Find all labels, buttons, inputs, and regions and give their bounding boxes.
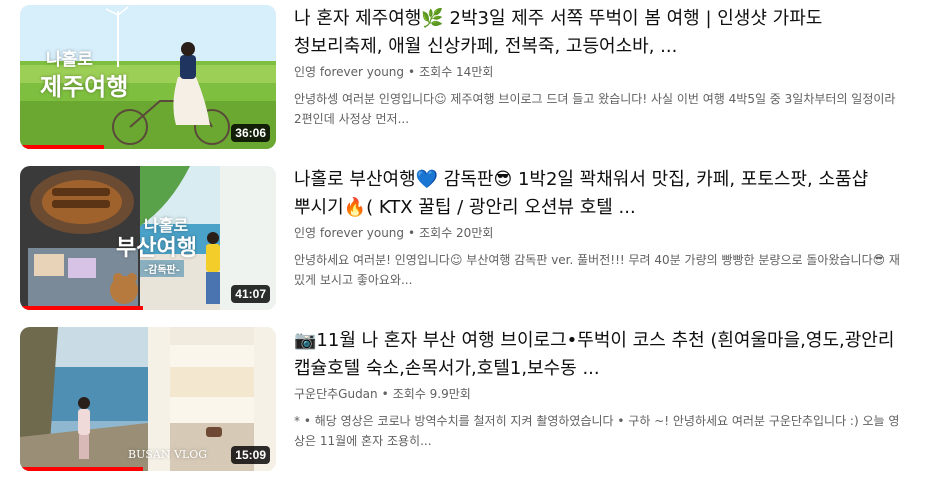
video-thumbnail[interactable]: 나홀로 제주여행 36:06 [20,5,276,149]
video-info: 나 혼자 제주여행🌿 2박3일 제주 서쪽 뚜벅이 봄 여행 | 인생샷 가파도… [294,5,902,151]
video-meta: 구운단추Gudan • 조회수 9.9만회 [294,385,902,403]
watch-progress-bar [20,145,105,149]
channel-name[interactable]: 구운단추Gudan [294,387,378,401]
thumbnail-caption: 제주여행 [40,73,129,101]
video-result[interactable]: 나홀로 제주여행 36:06 나 혼자 제주여행🌿 2박3일 제주 서쪽 뚜벅이… [20,5,920,151]
view-count: 조회수 9.9만회 [392,387,471,401]
video-duration-badge: 41:07 [231,285,270,303]
video-duration-badge: 15:09 [231,446,270,464]
video-title[interactable]: 나홀로 부산여행💙 감독판😎 1박2일 꽉채워서 맛집, 카페, 포토스팟, 소… [294,166,902,222]
video-duration-badge: 36:06 [231,124,270,142]
thumbnail-tag: -감독판- [140,260,184,277]
thumbnail-caption: BUSAN VLOG [128,448,208,461]
video-info: 나홀로 부산여행💙 감독판😎 1박2일 꽉채워서 맛집, 카페, 포토스팟, 소… [294,166,902,312]
video-result[interactable]: BUSAN VLOG 15:09 📷11월 나 혼자 부산 여행 브이로그•뚜벅… [20,327,920,473]
meta-separator: • [408,226,416,240]
video-description: * • 해당 영상은 코로나 방역수치를 철저히 지켜 촬영하였습니다 • 구하… [294,414,900,448]
view-count: 조회수 14만회 [419,65,494,79]
watch-progress-bar [20,306,143,310]
watch-progress-bar [20,467,143,471]
channel-name[interactable]: 인영 forever young [294,65,404,79]
channel-name[interactable]: 인영 forever young [294,226,404,240]
video-info: 📷11월 나 혼자 부산 여행 브이로그•뚜벅이 코스 추천 (흰여울마을,영도… [294,327,902,473]
video-thumbnail[interactable]: BUSAN VLOG 15:09 [20,327,276,471]
view-count: 조회수 20만회 [419,226,494,240]
video-thumbnail[interactable]: 나홀로 부산여행 -감독판- 41:07 [20,166,276,310]
video-title[interactable]: 나 혼자 제주여행🌿 2박3일 제주 서쪽 뚜벅이 봄 여행 | 인생샷 가파도… [294,5,902,61]
thumbnail-caption: 부산여행 [116,236,197,261]
video-result[interactable]: 나홀로 부산여행 -감독판- 41:07 나홀로 부산여행💙 감독판😎 1박2일… [20,166,920,312]
meta-separator: • [381,387,389,401]
video-meta: 인영 forever young • 조회수 20만회 [294,224,902,242]
video-title[interactable]: 📷11월 나 혼자 부산 여행 브이로그•뚜벅이 코스 추천 (흰여울마을,영도… [294,327,902,383]
meta-separator: • [408,65,416,79]
video-meta: 인영 forever young • 조회수 14만회 [294,63,902,81]
video-description: 안녕하셍 여러분 인영입니다☺ 제주여행 브이로그 드뎌 들고 왔습니다! 사실… [294,92,896,126]
video-description: 안녕하세요 여러분! 인영입니다☺ 부산여행 감독판 ver. 풀버전!!! 무… [294,253,900,287]
